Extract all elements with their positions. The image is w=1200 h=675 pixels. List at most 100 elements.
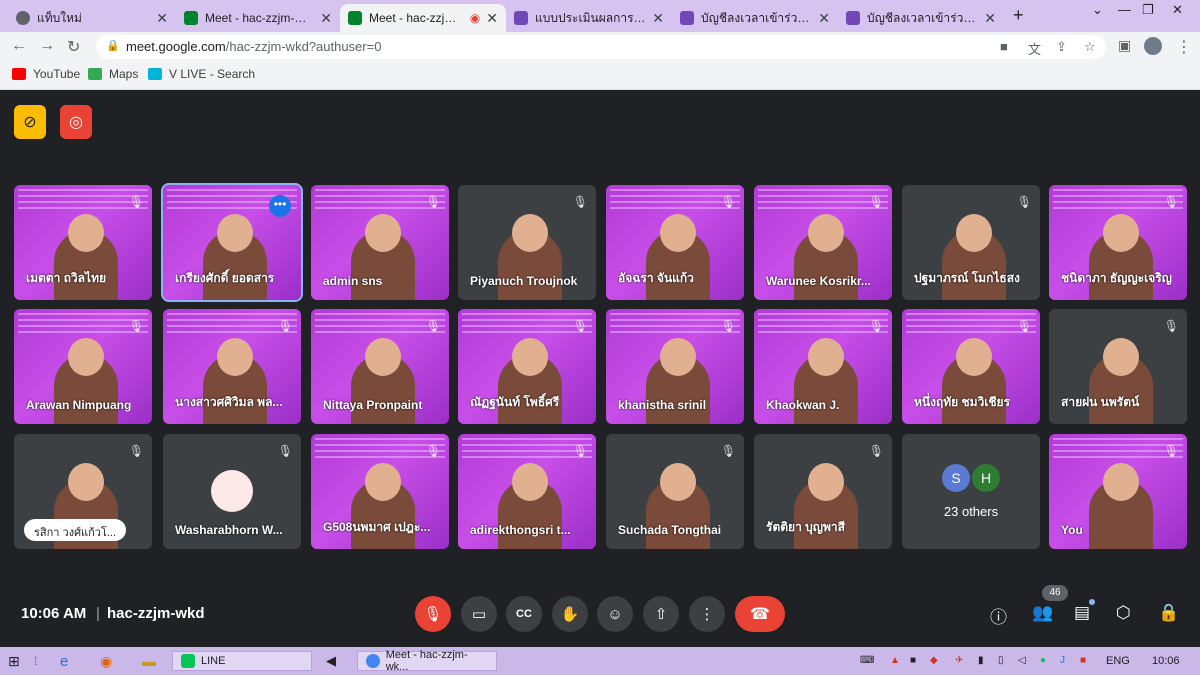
participant-tile[interactable]: 🎙 Arawan Nimpuang [14, 309, 152, 424]
recording-icon: ◉ [469, 11, 481, 25]
forward-button[interactable]: → [39, 37, 55, 55]
folder-icon[interactable]: ▬ [142, 651, 156, 671]
video-face [365, 463, 401, 501]
maximize-button[interactable]: ❐ [1142, 2, 1154, 18]
share-icon[interactable]: ⇪ [1056, 39, 1067, 55]
line-tray-icon[interactable]: ● [1040, 655, 1046, 666]
app2-icon[interactable]: ■ [1080, 655, 1086, 666]
avatar[interactable] [1144, 37, 1162, 55]
participant-tile[interactable]: S H 23 others [902, 434, 1040, 549]
tab-new-tab[interactable]: แท็บใหม่ ✕ [8, 4, 176, 32]
participant-tile[interactable]: 🎙 Khaokwan J. [754, 309, 892, 424]
tab-meet-1[interactable]: Meet - hac-zzjm-wkd ✕ [176, 4, 340, 32]
keyboard-icon[interactable]: ⌨ [860, 655, 874, 666]
meet-icon [184, 11, 198, 25]
tab-form-1[interactable]: แบบประเมินผลการจัดกิจกร ✕ [506, 4, 672, 32]
participant-tile[interactable]: 🎙 khanistha srinil [606, 309, 744, 424]
back-button[interactable]: ← [11, 37, 27, 55]
window-close-button[interactable]: ✕ [1172, 2, 1183, 18]
participant-tile[interactable]: 🎙 รสิกา วงศ์แก้วโ... [14, 434, 152, 549]
raise-hand-button[interactable]: ✋ [552, 596, 588, 632]
tab-form-3[interactable]: บัญชีลงเวลาเข้าร่วมกิจกรรม ✕ [838, 4, 1004, 32]
translate-icon[interactable]: 文 [1028, 39, 1041, 58]
video-face [1103, 463, 1139, 501]
host-controls-icon[interactable]: 🔒 [1158, 603, 1179, 623]
mic-off-button[interactable]: 🎙 [415, 596, 451, 632]
speaker-icon[interactable]: ◀ [326, 651, 336, 671]
close-icon[interactable]: ✕ [652, 10, 664, 27]
camera-off-icon[interactable]: ⊘ [14, 105, 46, 139]
battery-icon[interactable]: ▯ [998, 655, 1004, 666]
camera-icon[interactable]: ■ [1000, 39, 1008, 54]
taskbar-clock[interactable]: 10:06 [1152, 655, 1180, 667]
chevron-down-icon[interactable]: ⌄ [1092, 2, 1103, 18]
close-icon[interactable]: ✕ [818, 10, 830, 27]
java-icon[interactable]: J [1060, 655, 1065, 666]
activities-icon[interactable]: ⬡ [1116, 603, 1131, 623]
close-icon[interactable]: ✕ [984, 10, 996, 27]
present-button[interactable]: ⇧ [643, 596, 679, 632]
participant-tile[interactable]: 🎙 อัจฉรา จันแก้ว [606, 185, 744, 300]
participant-tile[interactable]: 🎙 ณัฏฐนันท์ โพธิ์ศรี [458, 309, 596, 424]
close-icon[interactable]: ✕ [156, 10, 168, 27]
bookmark-maps[interactable]: Maps [88, 67, 138, 81]
sidepanel-icon[interactable]: ▣ [1118, 37, 1131, 54]
camera-button[interactable]: ▭ [461, 596, 497, 632]
chat-icon[interactable]: ▤ [1074, 603, 1090, 623]
people-icon[interactable]: 👥 [1032, 603, 1053, 623]
participant-tile[interactable]: 🎙 นางสาวศศิวิมล พล... [163, 309, 301, 424]
close-icon[interactable]: ✕ [320, 10, 332, 27]
firefox-icon[interactable]: ◉ [100, 651, 112, 671]
participant-tile[interactable]: 🎙 Washarabhorn W... [163, 434, 301, 549]
app-icon[interactable]: ◆ [930, 655, 938, 666]
star-icon[interactable]: ☆ [1084, 39, 1096, 55]
address-bar[interactable]: 🔒 meet.google.com/hac-zzjm-wkd?authuser=… [96, 35, 1106, 59]
signal-icon[interactable]: ▮ [978, 655, 984, 666]
participant-tile[interactable]: ••• เกรียงศักดิ์ ยอดสาร [161, 183, 303, 302]
participant-name: Washarabhorn W... [175, 523, 283, 537]
participant-tile[interactable]: 🎙 ปฐมาภรณ์ โมกไธสง [902, 185, 1040, 300]
participant-tile[interactable]: 🎙 Warunee Kosrikr... [754, 185, 892, 300]
minimize-button[interactable]: — [1118, 2, 1131, 17]
participant-count-badge: 46 [1042, 585, 1068, 601]
more-options-button[interactable]: ⋮ [689, 596, 725, 632]
taskbar-chrome[interactable]: Meet - hac-zzjm-wk... [357, 649, 497, 673]
emoji-button[interactable]: ☺ [597, 596, 633, 632]
close-icon[interactable]: ✕ [486, 10, 498, 27]
participant-tile[interactable]: 🎙 adirekthongsri t... [458, 434, 596, 549]
participant-tile[interactable]: 🎙 ชนิดาภา ธัญญะเจริญ [1049, 185, 1187, 300]
participant-tile[interactable]: 🎙 สายฝน นพรัตน์ [1049, 309, 1187, 424]
participant-tile[interactable]: 🎙 เมตตา ถวิลไทย [14, 185, 152, 300]
participant-tile[interactable]: 🎙 รัตติยา บุญพาสี [754, 434, 892, 549]
plane-icon[interactable]: ✈ [955, 655, 963, 666]
participant-tile[interactable]: 🎙 Suchada Tongthai [606, 434, 744, 549]
end-call-button[interactable]: ☎ [735, 596, 785, 632]
language-indicator[interactable]: ENG [1106, 655, 1130, 667]
taskbar-label: LINE [201, 655, 226, 667]
menu-icon[interactable]: ⋮ [1176, 37, 1192, 57]
bookmark-youtube[interactable]: YouTube [12, 67, 80, 81]
participant-tile[interactable]: 🎙 Piyanuch Troujnok [458, 185, 596, 300]
participant-tile[interactable]: 🎙 admin sns [311, 185, 449, 300]
record-icon[interactable]: ◎ [60, 105, 92, 139]
participant-tile[interactable]: 🎙 หนึ่งฤทัย ชมวิเชียร [902, 309, 1040, 424]
security-icon[interactable]: ■ [910, 655, 916, 666]
new-tab-button[interactable]: + [1013, 5, 1024, 26]
tab-meet-active[interactable]: Meet - hac-zzjm-wk ◉ ✕ [340, 4, 506, 32]
participant-tile[interactable]: 🎙 You [1049, 434, 1187, 549]
bookmark-vlive[interactable]: V LIVE - Search [148, 67, 255, 81]
captions-button[interactable]: CC [506, 596, 542, 632]
participant-name: สายฝน นพรัตน์ [1061, 395, 1140, 409]
forms-icon [514, 11, 528, 25]
tab-form-2[interactable]: บัญชีลงเวลาเข้าร่วมกิจกรรม ✕ [672, 4, 838, 32]
video-face [68, 214, 104, 252]
ie-icon[interactable]: e [60, 651, 68, 671]
taskbar-line[interactable]: LINE [172, 651, 312, 671]
warning-icon[interactable]: ▲ [890, 655, 900, 666]
participant-tile[interactable]: 🎙 G508นพมาศ เปฎะ... [311, 434, 449, 549]
start-icon[interactable]: ⊞ [8, 651, 20, 671]
participant-tile[interactable]: 🎙 Nittaya Pronpaint [311, 309, 449, 424]
reload-button[interactable]: ↻ [67, 37, 80, 57]
info-icon[interactable]: ⓘ [990, 603, 1007, 628]
volume-icon[interactable]: ◁ [1018, 655, 1026, 666]
